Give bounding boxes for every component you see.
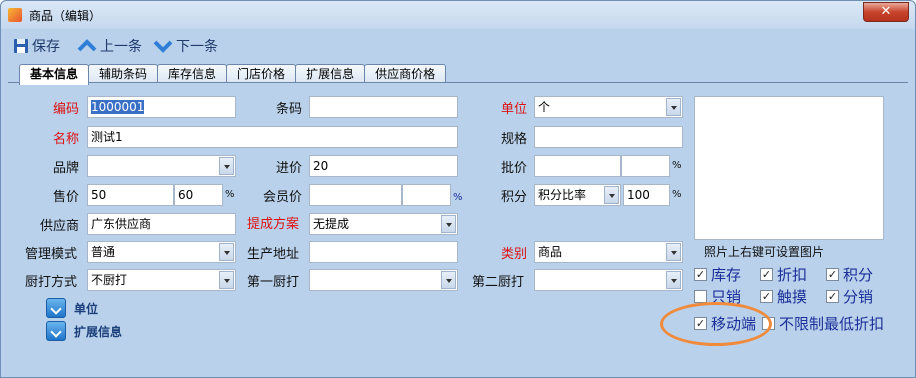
dropdown-arrow-icon[interactable] (219, 271, 234, 289)
cost-label: 进价 (276, 161, 303, 176)
member-price-input[interactable] (309, 184, 402, 206)
tab-strip: 基本信息 辅助条码 库存信息 门店价格 扩展信息 供应商价格 (19, 64, 447, 85)
floppy-icon (14, 39, 28, 53)
dropdown-arrow-icon[interactable] (604, 186, 619, 204)
title-bar[interactable]: 商品（编辑） ✕ (1, 1, 915, 29)
barcode-label: 条码 (276, 102, 303, 117)
origin-input[interactable] (309, 241, 458, 263)
dropdown-arrow-icon[interactable] (441, 215, 456, 233)
window-title: 商品（编辑） (29, 9, 102, 23)
percent-sign: % (225, 189, 235, 200)
checkbox-discount[interactable]: ✓ 折扣 (760, 264, 807, 285)
next-label: 下一条 (176, 39, 218, 55)
points-pct-input[interactable]: 100 (623, 184, 670, 206)
code-label: 编码 (53, 102, 80, 117)
checkbox-no-min-discount[interactable]: 不限制最低折扣 (762, 313, 884, 334)
wholesale-label: 批价 (501, 161, 528, 176)
percent-sign: % (672, 160, 682, 171)
spec-label: 规格 (501, 132, 528, 147)
cost-input[interactable]: 20 (309, 155, 458, 177)
prev-record-button[interactable]: 上一条 (77, 36, 142, 56)
product-photo[interactable] (694, 96, 884, 240)
member-price-label: 会员价 (263, 190, 303, 205)
checkbox-box[interactable]: ✓ (694, 268, 707, 281)
expand-down-icon[interactable] (46, 321, 66, 341)
unit-select[interactable]: 个 (534, 96, 683, 118)
next-record-button[interactable]: 下一条 (153, 36, 218, 56)
supplier-input[interactable]: 广东供应商 (87, 213, 236, 235)
barcode-input[interactable] (309, 96, 458, 118)
name-input[interactable]: 测试1 (87, 126, 458, 148)
mgmt-mode-select[interactable]: 普通 (87, 241, 236, 263)
checkbox-points[interactable]: ✓ 积分 (826, 264, 873, 285)
tab-basic-info[interactable]: 基本信息 (19, 64, 90, 85)
kitchen1-label: 第一厨打 (247, 275, 300, 290)
dropdown-arrow-icon[interactable] (666, 243, 681, 261)
code-input[interactable]: 1000001 (87, 96, 236, 118)
tab-store-price[interactable]: 门店价格 (226, 64, 297, 84)
dropdown-arrow-icon[interactable] (219, 157, 234, 175)
dropdown-arrow-icon[interactable] (666, 271, 681, 289)
points-label: 积分 (501, 190, 528, 205)
percent-sign: % (453, 192, 463, 203)
sale-price-input[interactable]: 50 (87, 184, 174, 206)
section-extended-info[interactable]: 扩展信息 (46, 321, 122, 341)
kitchen-mode-label: 厨打方式 (25, 275, 78, 290)
checkbox-box[interactable]: ✓ (760, 290, 773, 303)
checkbox-touch[interactable]: ✓ 触摸 (760, 286, 807, 307)
mgmt-mode-label: 管理模式 (25, 247, 78, 262)
sale-price-label: 售价 (53, 190, 80, 205)
name-label: 名称 (53, 132, 80, 147)
checkbox-distribution[interactable]: ✓ 分销 (826, 286, 873, 307)
supplier-label: 供应商 (40, 219, 80, 234)
kitchen1-select[interactable] (309, 269, 458, 291)
checkbox-box[interactable]: ✓ (760, 268, 773, 281)
member-pct-input[interactable] (402, 184, 451, 206)
sale-pct-input[interactable]: 60 (174, 184, 223, 206)
commission-label: 提成方案 (247, 217, 300, 232)
dropdown-arrow-icon[interactable] (219, 243, 234, 261)
tab-extended-info[interactable]: 扩展信息 (295, 64, 366, 84)
category-label: 类别 (501, 247, 528, 262)
kitchen2-select[interactable] (534, 269, 683, 291)
checkbox-box[interactable]: ✓ (826, 290, 839, 303)
category-select[interactable]: 商品 (534, 241, 683, 263)
origin-label: 生产地址 (247, 247, 300, 262)
tab-inventory[interactable]: 库存信息 (157, 64, 228, 84)
save-button[interactable]: 保存 (13, 36, 60, 56)
expand-down-icon[interactable] (46, 298, 66, 318)
photo-caption: 照片上右键可设置图片 (704, 245, 825, 259)
points-mode-select[interactable]: 积分比率 (534, 184, 621, 206)
unit-label: 单位 (501, 102, 528, 117)
highlight-ellipse (660, 302, 772, 346)
tab-aux-barcode[interactable]: 辅助条码 (88, 64, 159, 84)
wholesale-pct-input[interactable] (621, 155, 670, 177)
brand-select[interactable] (87, 155, 236, 177)
kitchen-mode-select[interactable]: 不厨打 (87, 269, 236, 291)
tab-supplier-price[interactable]: 供应商价格 (364, 64, 447, 84)
save-label: 保存 (32, 39, 60, 55)
checkbox-inventory[interactable]: ✓ 库存 (694, 264, 741, 285)
dropdown-arrow-icon[interactable] (441, 271, 456, 289)
chevron-up-icon (77, 39, 97, 52)
checkbox-box[interactable]: ✓ (826, 268, 839, 281)
section-unit[interactable]: 单位 (46, 298, 98, 318)
chevron-down-icon (153, 40, 173, 53)
spec-input[interactable] (534, 126, 683, 148)
dropdown-arrow-icon[interactable] (666, 98, 681, 116)
close-button[interactable]: ✕ (863, 2, 909, 22)
brand-label: 品牌 (53, 161, 80, 176)
percent-sign: % (672, 189, 682, 200)
kitchen2-label: 第二厨打 (472, 275, 525, 290)
toolbar: 保存 上一条 下一条 (7, 31, 909, 61)
checkbox-box[interactable] (694, 290, 707, 303)
prev-label: 上一条 (100, 39, 142, 55)
wholesale-input[interactable] (534, 155, 621, 177)
commission-select[interactable]: 无提成 (309, 213, 458, 235)
app-icon (8, 8, 22, 22)
